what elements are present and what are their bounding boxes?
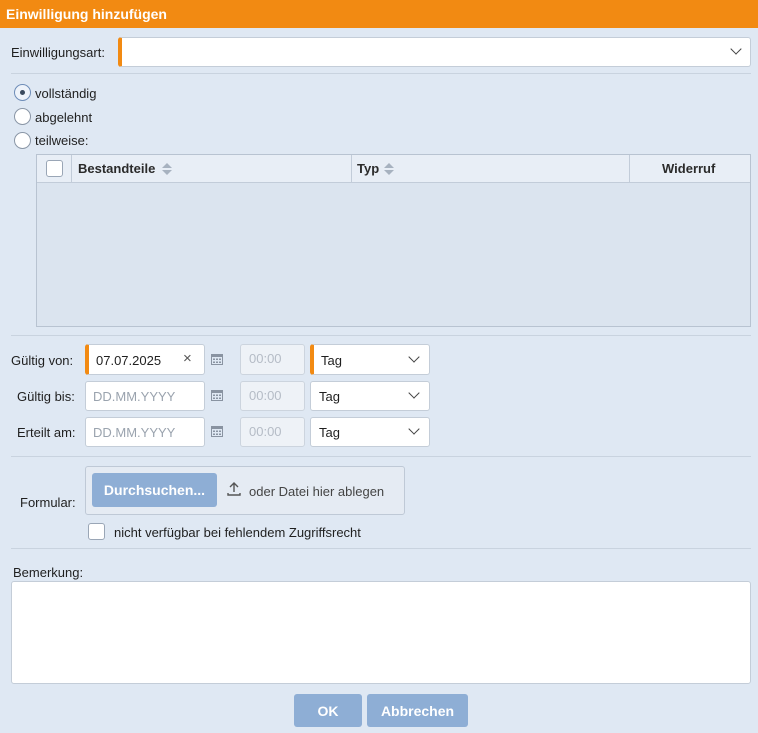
valid-from-date-value: 07.07.2025 — [96, 353, 162, 368]
column-header-type[interactable]: Typ — [357, 155, 379, 183]
column-header-revocation[interactable]: Widerruf — [662, 155, 715, 183]
column-divider — [351, 155, 352, 183]
granted-on-date-placeholder: DD.MM.YYYY — [93, 425, 176, 440]
column-header-components[interactable]: Bestandteile — [78, 155, 155, 183]
chevron-down-icon — [408, 423, 420, 435]
valid-from-date-input[interactable]: 07.07.2025 × — [85, 344, 205, 375]
remark-label: Bemerkung: — [13, 565, 84, 580]
column-divider — [71, 155, 72, 183]
radio-complete[interactable] — [14, 84, 31, 101]
cancel-button[interactable]: Abbrechen — [367, 694, 468, 727]
column-header-revocation-label: Widerruf — [662, 161, 716, 176]
file-drop-zone[interactable]: Durchsuchen... oder Datei hier ablegen — [85, 466, 405, 515]
granted-on-date-input[interactable]: DD.MM.YYYY — [85, 417, 205, 447]
calendar-icon[interactable] — [211, 389, 223, 401]
valid-to-unit-select[interactable]: Tag — [310, 381, 430, 411]
table-header: Bestandteile Typ Widerruf — [37, 155, 750, 183]
sort-desc-icon[interactable] — [384, 170, 394, 175]
calendar-icon[interactable] — [211, 425, 223, 437]
chevron-down-icon — [408, 387, 420, 399]
valid-from-unit-value: Tag — [321, 353, 342, 368]
radio-complete-label: vollständig — [35, 86, 97, 101]
valid-to-date-placeholder: DD.MM.YYYY — [93, 389, 176, 404]
column-header-components-label: Bestandteile — [78, 161, 156, 176]
divider — [11, 73, 751, 74]
granted-on-unit-select[interactable]: Tag — [310, 417, 430, 447]
chevron-down-icon — [730, 43, 742, 55]
components-table: Bestandteile Typ Widerruf — [36, 154, 751, 327]
dialog-title: Einwilligung hinzufügen — [0, 0, 758, 28]
form-upload-label: Formular: — [20, 495, 76, 510]
drop-hint-text: oder Datei hier ablegen — [249, 484, 385, 499]
granted-on-unit-value: Tag — [319, 425, 340, 440]
calendar-icon[interactable] — [211, 353, 223, 365]
sort-asc-icon[interactable] — [162, 163, 172, 168]
radio-partial-label: teilweise: — [35, 133, 89, 148]
column-header-type-label: Typ — [357, 161, 380, 176]
valid-from-label: Gültig von: — [11, 353, 74, 368]
clear-icon[interactable]: × — [183, 350, 192, 367]
granted-on-time-input[interactable]: 00:00 — [240, 417, 305, 447]
select-all-checkbox[interactable] — [46, 160, 63, 177]
valid-to-time-input[interactable]: 00:00 — [240, 381, 305, 411]
radio-declined-label: abgelehnt — [35, 110, 93, 125]
ok-button[interactable]: OK — [294, 694, 362, 727]
valid-to-unit-value: Tag — [319, 389, 340, 404]
upload-icon — [227, 482, 241, 496]
sort-desc-icon[interactable] — [162, 170, 172, 175]
restricted-access-label: nicht verfügbar bei fehlendem Zugriffsre… — [114, 525, 361, 540]
valid-from-time-input[interactable]: 00:00 — [240, 344, 305, 375]
consent-type-label: Einwilligungsart: — [11, 45, 105, 60]
column-divider — [629, 155, 630, 183]
remark-textarea[interactable] — [11, 581, 751, 684]
granted-on-label: Erteilt am: — [17, 425, 76, 440]
divider — [11, 548, 751, 549]
valid-from-unit-select[interactable]: Tag — [310, 344, 430, 375]
valid-to-date-input[interactable]: DD.MM.YYYY — [85, 381, 205, 411]
divider — [11, 456, 751, 457]
valid-to-label: Gültig bis: — [17, 389, 75, 404]
browse-button[interactable]: Durchsuchen... — [92, 473, 217, 507]
radio-partial[interactable] — [14, 132, 31, 149]
restricted-access-checkbox[interactable] — [88, 523, 105, 540]
sort-asc-icon[interactable] — [384, 163, 394, 168]
radio-declined[interactable] — [14, 108, 31, 125]
divider — [11, 335, 751, 336]
chevron-down-icon — [408, 351, 420, 363]
consent-type-select[interactable] — [118, 37, 751, 67]
